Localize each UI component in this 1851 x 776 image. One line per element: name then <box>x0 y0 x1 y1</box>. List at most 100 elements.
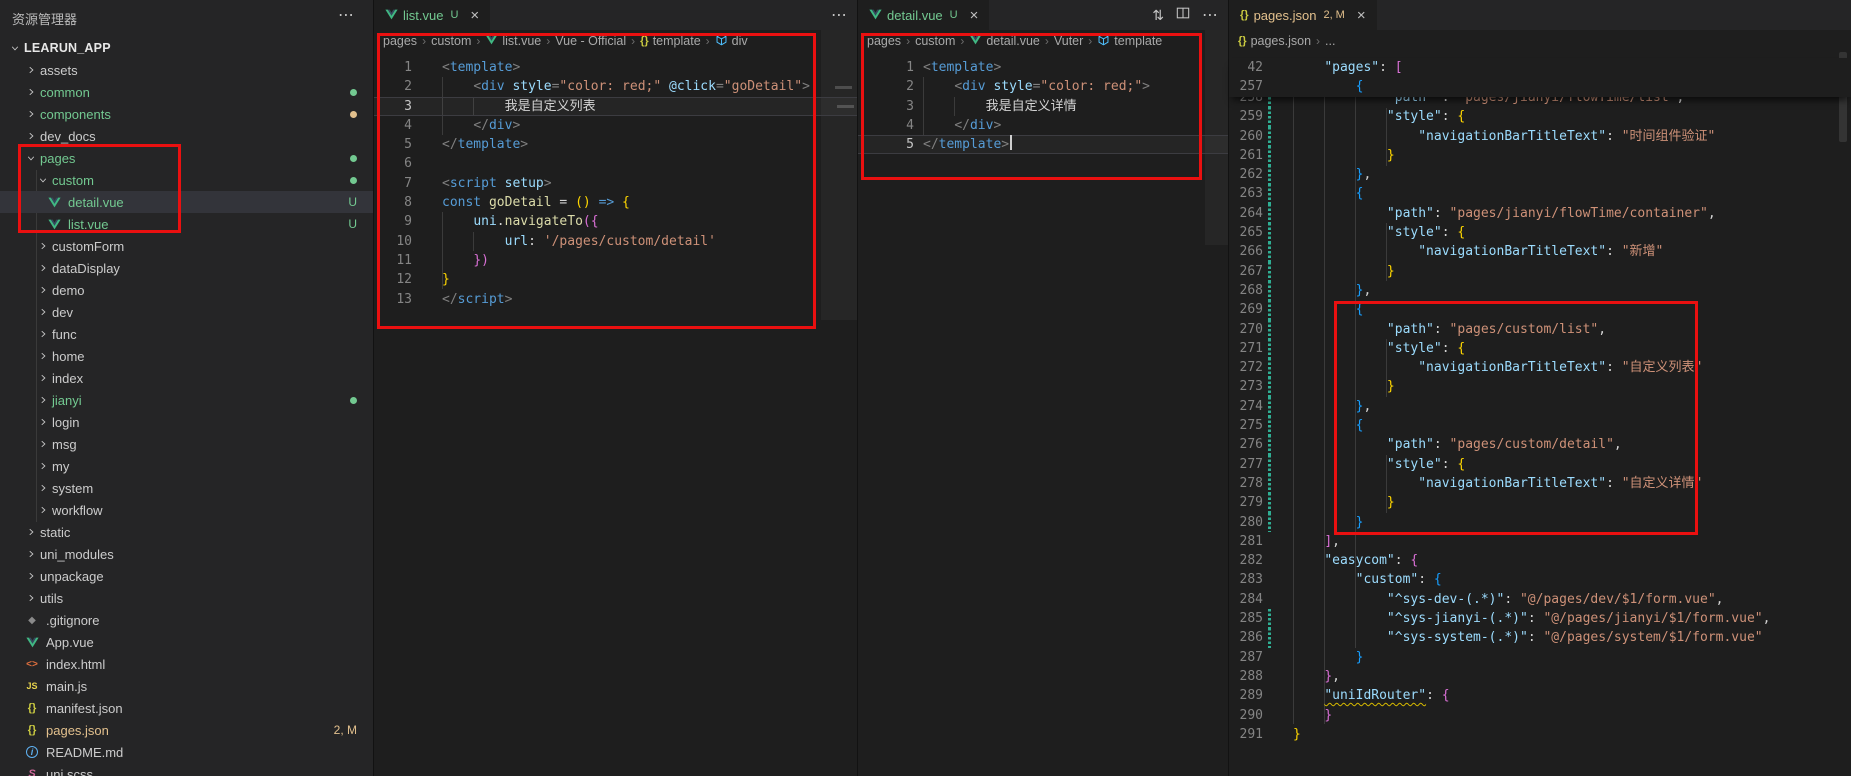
tree-item-func[interactable]: func <box>0 323 373 345</box>
tree-item-utils[interactable]: utils <box>0 587 373 609</box>
tree-item-pages-json[interactable]: {}pages.json2, M <box>0 719 373 741</box>
code-line[interactable]: 257 { <box>1229 77 1851 96</box>
code-line[interactable]: 273 } <box>1229 377 1851 396</box>
code-line[interactable]: 270 "path": "pages/custom/list", <box>1229 320 1851 339</box>
open-changes-icon[interactable]: ⇅ <box>1152 7 1164 24</box>
code-line[interactable]: 3 我是自定义列表 <box>374 97 857 116</box>
close-icon[interactable]: × <box>1357 8 1366 23</box>
tree-item-datadisplay[interactable]: dataDisplay <box>0 257 373 279</box>
code-line[interactable]: 288 }, <box>1229 667 1851 686</box>
breadcrumb-item[interactable]: pages <box>383 34 417 48</box>
code-line[interactable]: 286 "^sys-system-(.*)": "@/pages/system/… <box>1229 628 1851 647</box>
code-line[interactable]: 42 "pages": [ <box>1229 58 1851 77</box>
code-line[interactable]: 275 { <box>1229 416 1851 435</box>
tree-item-unpackage[interactable]: unpackage <box>0 565 373 587</box>
code-line[interactable]: 259 "style": { <box>1229 107 1851 126</box>
close-icon[interactable]: × <box>970 8 979 23</box>
code-line[interactable]: 287 } <box>1229 648 1851 667</box>
code-line[interactable]: 280 } <box>1229 513 1851 532</box>
breadcrumb-item[interactable]: detail.vue <box>969 34 1040 48</box>
tree-item-pages[interactable]: pages <box>0 147 373 169</box>
tree-item-index[interactable]: index <box>0 367 373 389</box>
code-line[interactable]: 2 <div style="color: red;"> <box>858 77 1228 96</box>
tab-pagesjson[interactable]: {}pages.json2, M× <box>1229 0 1377 30</box>
more-actions-icon[interactable]: ⋯ <box>338 5 355 25</box>
tree-item-home[interactable]: home <box>0 345 373 367</box>
tree-item-app-vue[interactable]: App.vue <box>0 631 373 653</box>
code-line[interactable]: 272 "navigationBarTitleText": "自定义列表" <box>1229 358 1851 377</box>
tree-item-system[interactable]: system <box>0 477 373 499</box>
code-line[interactable]: 274 }, <box>1229 397 1851 416</box>
tree-item-custom[interactable]: custom <box>0 169 373 191</box>
code-line[interactable]: 285 "^sys-jianyi-(.*)": "@/pages/jianyi/… <box>1229 609 1851 628</box>
code-line[interactable]: 290 } <box>1229 706 1851 725</box>
code-line[interactable]: 12} <box>374 270 857 289</box>
code-line[interactable]: 8const goDetail = () => { <box>374 193 857 212</box>
code-line[interactable]: 269 { <box>1229 300 1851 319</box>
code-line[interactable]: 283 "custom": { <box>1229 570 1851 589</box>
code-line[interactable]: 284 "^sys-dev-(.*)": "@/pages/dev/$1/for… <box>1229 590 1851 609</box>
tree-item-main-js[interactable]: JSmain.js <box>0 675 373 697</box>
code-line[interactable]: 278 "navigationBarTitleText": "自定义详情" <box>1229 474 1851 493</box>
tree-item-login[interactable]: login <box>0 411 373 433</box>
breadcrumb-item[interactable]: Vue - Official <box>555 34 626 48</box>
code-line[interactable]: 264 "path": "pages/jianyi/flowTime/conta… <box>1229 204 1851 223</box>
code-line[interactable]: 1<template> <box>374 58 857 77</box>
code-line[interactable]: 6 <box>374 154 857 173</box>
code-line[interactable]: 261 } <box>1229 146 1851 165</box>
sticky-scroll[interactable]: 42 "pages": [257 { <box>1229 58 1851 97</box>
breadcrumb-item[interactable]: ... <box>1325 34 1335 48</box>
code-line[interactable]: 271 "style": { <box>1229 339 1851 358</box>
tree-item-index-html[interactable]: <>index.html <box>0 653 373 675</box>
tree-item-jianyi[interactable]: jianyi <box>0 389 373 411</box>
code-line[interactable]: 267 } <box>1229 262 1851 281</box>
code-line[interactable]: 262 }, <box>1229 165 1851 184</box>
code-line[interactable]: 268 }, <box>1229 281 1851 300</box>
code-line[interactable]: 1<template> <box>858 58 1228 77</box>
code-line[interactable]: 5</template> <box>374 135 857 154</box>
code-line[interactable]: 265 "style": { <box>1229 223 1851 242</box>
breadcrumb-item[interactable]: {}template <box>640 34 701 48</box>
code-line[interactable]: 276 "path": "pages/custom/detail", <box>1229 435 1851 454</box>
code-line[interactable]: 5</template> <box>858 135 1228 154</box>
tree-item-dev-docs[interactable]: dev_docs <box>0 125 373 147</box>
tree-item-workflow[interactable]: workflow <box>0 499 373 521</box>
split-editor-icon[interactable] <box>1176 6 1190 24</box>
code-area[interactable]: 1<template>2 <div style="color: red;" @c… <box>374 58 857 309</box>
code-line[interactable]: 266 "navigationBarTitleText": "新增" <box>1229 242 1851 261</box>
tree-item-dev[interactable]: dev <box>0 301 373 323</box>
code-line[interactable]: 260 "navigationBarTitleText": "时间组件验证" <box>1229 127 1851 146</box>
tree-item-uni-modules[interactable]: uni_modules <box>0 543 373 565</box>
code-line[interactable]: 2 <div style="color: red;" @click="goDet… <box>374 77 857 96</box>
code-line[interactable]: 4 </div> <box>374 116 857 135</box>
tree-item-assets[interactable]: assets <box>0 59 373 81</box>
code-line[interactable]: 4 </div> <box>858 116 1228 135</box>
tree-item-manifest-json[interactable]: {}manifest.json <box>0 697 373 719</box>
breadcrumb-item[interactable]: pages <box>867 34 901 48</box>
tree-item-readme-md[interactable]: iREADME.md <box>0 741 373 763</box>
code-line[interactable]: 279 } <box>1229 493 1851 512</box>
tree-item-static[interactable]: static <box>0 521 373 543</box>
tab-detailvue[interactable]: detail.vueU× <box>858 0 989 30</box>
tree-item--gitignore[interactable]: ◆.gitignore <box>0 609 373 631</box>
code-area[interactable]: 258 "path" : "pages/jianyi/flowTime/list… <box>1229 88 1851 744</box>
breadcrumb-item[interactable]: list.vue <box>485 34 541 48</box>
tree-item-detail-vue[interactable]: detail.vueU <box>0 191 373 213</box>
code-line[interactable]: 3 我是自定义详情 <box>858 97 1228 116</box>
tree-item-demo[interactable]: demo <box>0 279 373 301</box>
close-icon[interactable]: × <box>470 8 479 23</box>
more-actions-icon[interactable]: ⋯ <box>1202 5 1218 25</box>
breadcrumb-item[interactable]: custom <box>915 34 955 48</box>
code-line[interactable]: 277 "style": { <box>1229 455 1851 474</box>
code-line[interactable]: 281 ], <box>1229 532 1851 551</box>
code-line[interactable]: 7<script setup> <box>374 174 857 193</box>
tree-item-root[interactable]: LEARUN_APP <box>0 37 373 59</box>
tree-item-list-vue[interactable]: list.vueU <box>0 213 373 235</box>
code-line[interactable]: 11 }) <box>374 251 857 270</box>
tab-listvue[interactable]: list.vueU× <box>374 0 490 30</box>
tree-item-msg[interactable]: msg <box>0 433 373 455</box>
code-line[interactable]: 289 "uniIdRouter": { <box>1229 686 1851 705</box>
code-line[interactable]: 291} <box>1229 725 1851 744</box>
code-line[interactable]: 10 url: '/pages/custom/detail' <box>374 232 857 251</box>
tree-item-common[interactable]: common <box>0 81 373 103</box>
